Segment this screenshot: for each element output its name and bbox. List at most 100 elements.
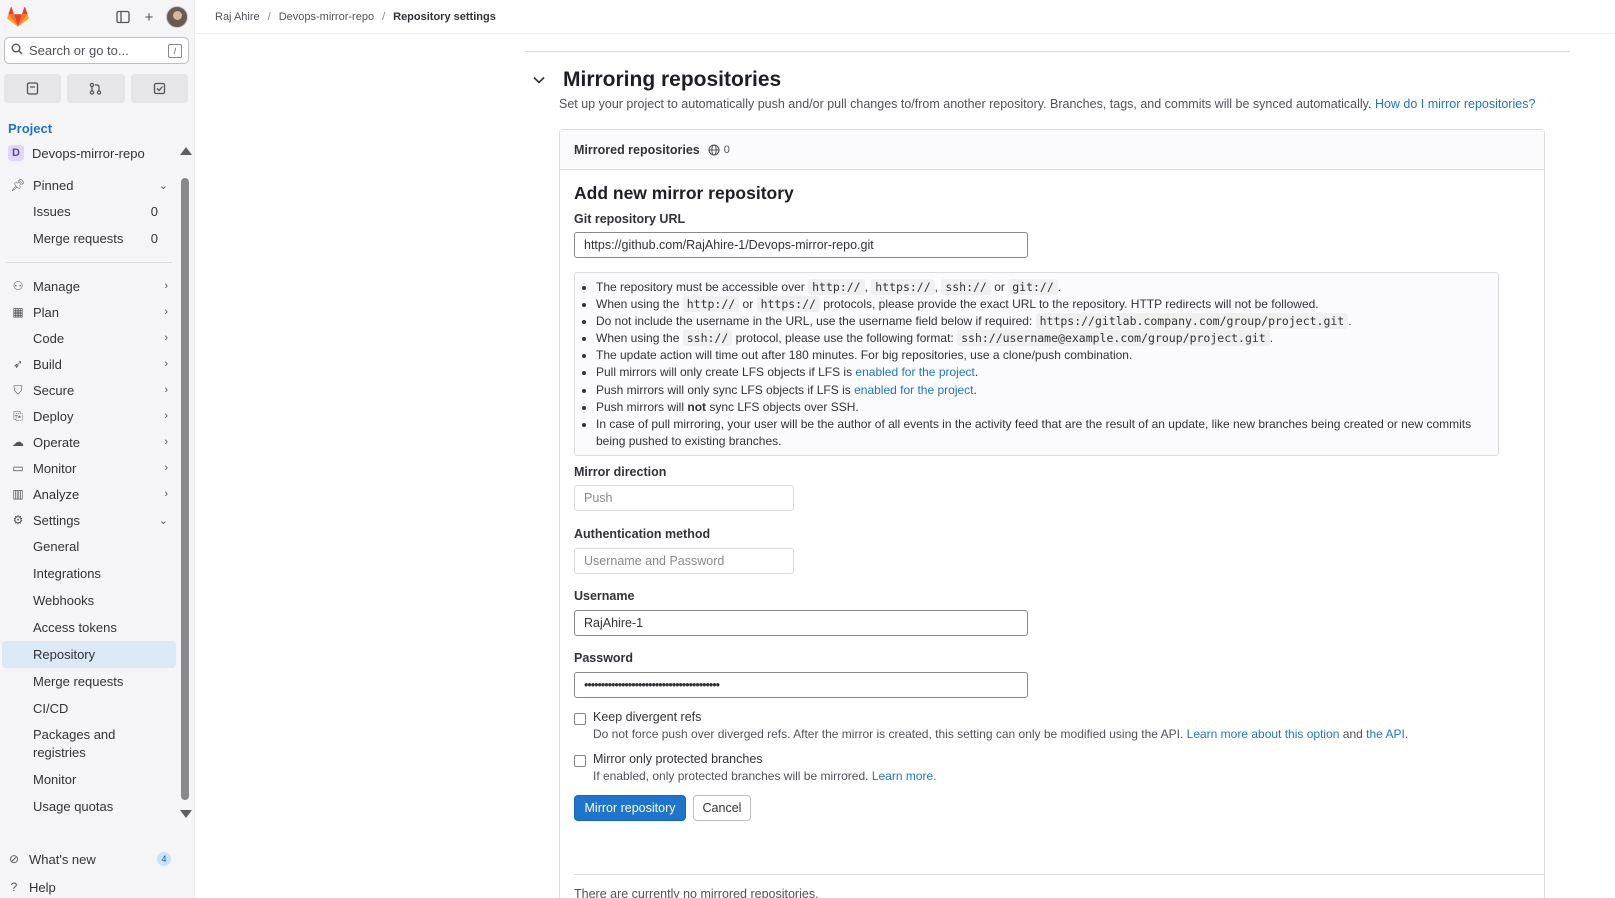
sidebar-settings-item[interactable]: Merge requests	[2, 668, 176, 695]
password-input[interactable]: ••••••••••••••••••••••••••••••••••••••••	[574, 672, 1028, 698]
auth-method-label: Authentication method	[574, 527, 711, 541]
username-input[interactable]: RajAhire-1	[574, 610, 1028, 636]
users-icon: ⚇	[12, 279, 24, 293]
info-item: The repository must be accessible over h…	[596, 279, 1490, 296]
git-url-input[interactable]: https://github.com/RajAhire-1/Devops-mir…	[574, 232, 1028, 258]
section-header[interactable]: Mirroring repositories	[533, 68, 781, 92]
project-link[interactable]: D Devops-mirror-repo	[0, 142, 178, 164]
learn-more-link[interactable]: Learn more.	[872, 769, 937, 783]
sidebar-item-pinned[interactable]: 📌︎ Pinned ⌄	[2, 172, 176, 198]
sidebar: + Search or go to... / Project D Devops-…	[0, 0, 195, 898]
avatar[interactable]	[166, 6, 188, 28]
sidebar-settings-item[interactable]: CI/CD	[2, 695, 176, 722]
sidebar-section-title: Project	[8, 121, 53, 136]
divider	[6, 262, 172, 263]
sidebar-settings-item[interactable]: Access tokens	[2, 614, 176, 641]
sidebar-item-merge-requests-pinned[interactable]: Merge requests 0	[2, 225, 176, 252]
protected-branches-option: Mirror only protected branches If enable…	[574, 752, 937, 783]
assigned-issues-icon[interactable]	[4, 74, 62, 103]
scroll-up-arrow-icon[interactable]	[180, 147, 192, 155]
chevron-right-icon: ›	[164, 462, 168, 474]
cloud-icon: ☁	[12, 435, 24, 449]
help-question-icon: ?	[10, 880, 18, 894]
protected-branches-checkbox[interactable]	[574, 755, 586, 767]
merge-requests-icon[interactable]	[67, 74, 125, 103]
scroll-down-arrow-icon[interactable]	[180, 810, 192, 818]
password-label: Password	[574, 651, 634, 665]
lfs-push-link[interactable]: enabled for the project	[854, 383, 973, 397]
keep-divergent-refs-label: Keep divergent refs	[593, 710, 702, 724]
empty-mirrors-message: There are currently no mirrored reposito…	[574, 874, 1544, 898]
chevron-right-icon: ›	[164, 488, 168, 500]
compass-icon: ⊘	[8, 852, 20, 866]
sidebar-item-code[interactable]: Code ›	[2, 325, 176, 351]
breadcrumb-item-project[interactable]: Devops-mirror-repo	[279, 11, 374, 23]
sidebar-settings-item[interactable]: Integrations	[2, 560, 176, 587]
sidebar-item-label: Access tokens	[33, 620, 117, 635]
sidebar-item-analyze[interactable]: ▥ Analyze ›	[2, 481, 176, 507]
sidebar-settings-item[interactable]: Webhooks	[2, 587, 176, 614]
info-item: In case of pull mirroring, your user wil…	[596, 416, 1490, 450]
search-placeholder: Search or go to...	[29, 43, 129, 58]
whats-new-link[interactable]: ⊘ What's new 4	[2, 846, 193, 872]
form-title: Add new mirror repository	[574, 183, 794, 203]
breadcrumb-item-user[interactable]: Raj Ahire	[215, 11, 260, 23]
sidebar-item-issues[interactable]: Issues 0	[2, 198, 176, 225]
sidebar-item-label: General	[33, 539, 80, 554]
help-link[interactable]: ? Help	[2, 876, 193, 898]
sidebar-settings-item[interactable]: General	[2, 533, 176, 560]
cancel-button[interactable]: Cancel	[693, 795, 751, 821]
whats-new-count-badge: 4	[157, 852, 171, 866]
git-url-value: https://github.com/RajAhire-1/Devops-mir…	[584, 238, 874, 252]
sidebar-settings-item[interactable]: Repository	[2, 641, 176, 668]
chevron-right-icon: ›	[164, 384, 168, 396]
mirror-repository-button[interactable]: Mirror repository	[574, 795, 686, 821]
mirror-direction-select[interactable]: Push	[574, 485, 794, 511]
search-input[interactable]: Search or go to... /	[4, 37, 189, 64]
sidebar-item-plan[interactable]: ▦ Plan ›	[2, 299, 176, 325]
sidebar-item-label: Issues	[33, 204, 71, 219]
sidebar-scrollbar[interactable]	[181, 178, 189, 800]
section-description-text: Set up your project to automatically pus…	[559, 97, 1372, 111]
sidebar-item-secure[interactable]: ⛉ Secure ›	[2, 377, 176, 403]
sidebar-item-build[interactable]: ➶ Build ›	[2, 351, 176, 377]
todo-list-icon[interactable]	[130, 74, 188, 103]
keep-divergent-refs-checkbox[interactable]	[574, 713, 586, 725]
sidebar-item-monitor[interactable]: ▭ Monitor ›	[2, 455, 176, 481]
sidebar-item-label: Usage quotas	[33, 799, 114, 814]
gitlab-logo-icon[interactable]	[6, 5, 30, 29]
toggle-sidebar-icon[interactable]	[110, 4, 136, 30]
mirror-help-link[interactable]: How do I mirror repositories?	[1375, 97, 1535, 111]
quick-actions	[4, 74, 188, 103]
password-value: ••••••••••••••••••••••••••••••••••••••••	[584, 678, 720, 692]
sidebar-item-label: Merge requests	[33, 231, 124, 246]
mirrored-repositories-card: Mirrored repositories 0 Add new mirror r…	[559, 129, 1545, 898]
chevron-right-icon: ›	[164, 410, 168, 422]
sidebar-item-label: CI/CD	[33, 701, 69, 716]
api-link[interactable]: the API	[1366, 727, 1405, 741]
help-label: Help	[29, 879, 56, 895]
sidebar-item-operate[interactable]: ☁ Operate ›	[2, 429, 176, 455]
chevron-right-icon: ›	[164, 280, 168, 292]
learn-more-option-link[interactable]: Learn more about this option	[1187, 727, 1340, 741]
sidebar-item-label: Packages and registries	[33, 727, 116, 760]
sidebar-item-label: Pinned	[33, 177, 74, 193]
shield-icon: ⛉	[13, 382, 23, 397]
chevron-down-icon[interactable]	[533, 73, 545, 87]
chevron-right-icon: ›	[164, 306, 168, 318]
chevron-down-icon: ⌄	[158, 179, 168, 192]
breadcrumb-item-current[interactable]: Repository settings	[393, 11, 496, 23]
sidebar-bottom: ⊘ What's new 4 ? Help	[0, 846, 195, 898]
sidebar-settings-item[interactable]: Usage quotas	[2, 793, 176, 820]
username-value: RajAhire-1	[584, 616, 644, 630]
lfs-pull-link[interactable]: enabled for the project	[855, 365, 974, 379]
sidebar-item-manage[interactable]: ⚇ Manage ›	[2, 273, 176, 299]
sidebar-item-label: Manage	[33, 278, 80, 294]
sidebar-settings-item[interactable]: Packages and registries	[2, 722, 176, 766]
create-new-plus-icon[interactable]: +	[136, 4, 162, 30]
issues-count-badge: 0	[150, 204, 158, 219]
sidebar-item-settings[interactable]: ⚙ Settings ⌄	[2, 507, 176, 533]
sidebar-settings-item[interactable]: Monitor	[2, 766, 176, 793]
sidebar-item-deploy[interactable]: ⎘ Deploy ›	[2, 403, 176, 429]
auth-method-select[interactable]: Username and Password	[574, 548, 794, 574]
